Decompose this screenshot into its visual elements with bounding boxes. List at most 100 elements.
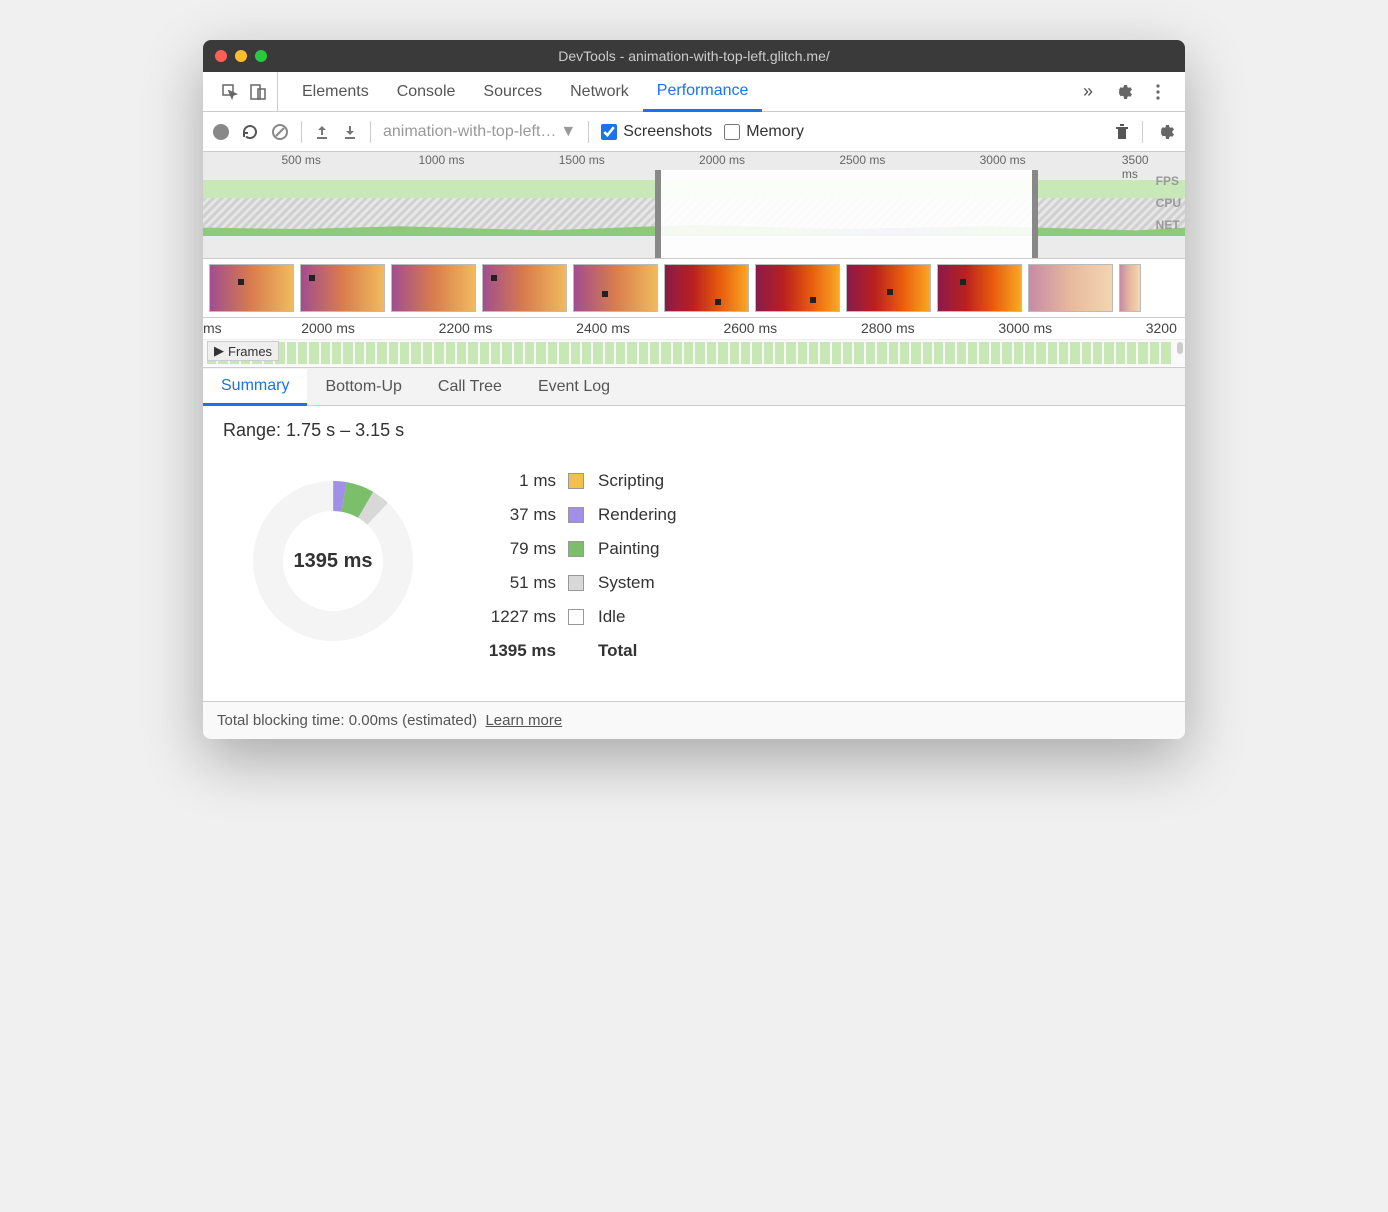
- main-tab-bar: ElementsConsoleSourcesNetworkPerformance…: [203, 72, 1185, 112]
- inspect-element-icon[interactable]: [221, 83, 239, 101]
- titlebar[interactable]: DevTools - animation-with-top-left.glitc…: [203, 40, 1185, 72]
- screenshots-checkbox[interactable]: Screenshots: [601, 123, 712, 141]
- legend-time: 1227 ms: [483, 607, 568, 627]
- legend-name: System: [598, 573, 655, 593]
- upload-profile-button[interactable]: [314, 124, 330, 140]
- screenshots-label: Screenshots: [623, 123, 712, 141]
- total-blocking-time-label: Total blocking time: 0.00ms (estimated): [217, 712, 477, 729]
- screenshot-thumb[interactable]: [482, 264, 567, 312]
- legend-swatch: [568, 473, 584, 489]
- overview-selection[interactable]: [655, 170, 1038, 258]
- flame-tick: 3200: [1146, 320, 1177, 336]
- frames-expand-button[interactable]: ▶ Frames: [207, 341, 279, 361]
- performance-toolbar: animation-with-top-left… ▼ Screenshots M…: [203, 112, 1185, 152]
- summary-panel: Range: 1.75 s – 3.15 s 1395 ms 1 ms Scrip…: [203, 406, 1185, 701]
- main-tab-sources[interactable]: Sources: [469, 72, 556, 111]
- legend-name: Scripting: [598, 471, 664, 491]
- memory-label: Memory: [746, 123, 804, 141]
- screenshot-thumb[interactable]: [846, 264, 931, 312]
- legend-row-painting: 79 ms Painting: [483, 539, 676, 559]
- overview-tick: 1000 ms: [418, 153, 464, 167]
- fps-label: FPS: [1156, 170, 1181, 192]
- download-profile-button[interactable]: [342, 124, 358, 140]
- screenshot-thumb[interactable]: [300, 264, 385, 312]
- devtools-window: DevTools - animation-with-top-left.glitc…: [203, 40, 1185, 739]
- flame-tick: 2600 ms: [723, 320, 777, 336]
- flame-tick: 2800 ms: [861, 320, 915, 336]
- overview-labels: FPS CPU NET: [1156, 170, 1181, 258]
- flame-tick: 2000 ms: [301, 320, 355, 336]
- legend-swatch: [568, 575, 584, 591]
- detail-tab-summary[interactable]: Summary: [203, 369, 307, 406]
- garbage-collect-icon[interactable]: [1114, 123, 1130, 141]
- screenshot-thumb[interactable]: [1028, 264, 1113, 312]
- summary-donut-chart: 1395 ms: [243, 471, 423, 651]
- legend-name: Idle: [598, 607, 625, 627]
- kebab-menu-icon[interactable]: [1149, 83, 1167, 101]
- legend-time: 1 ms: [483, 471, 568, 491]
- triangle-right-icon: ▶: [214, 343, 224, 359]
- screenshot-thumb[interactable]: [755, 264, 840, 312]
- flame-chart[interactable]: ms2000 ms2200 ms2400 ms2600 ms2800 ms300…: [203, 318, 1185, 368]
- screenshot-thumb[interactable]: [664, 264, 749, 312]
- legend-swatch: [568, 507, 584, 523]
- traffic-lights: [215, 50, 267, 62]
- screenshot-thumb[interactable]: [209, 264, 294, 312]
- reload-record-button[interactable]: [241, 123, 259, 141]
- footer-bar: Total blocking time: 0.00ms (estimated) …: [203, 701, 1185, 739]
- detail-tab-bottom-up[interactable]: Bottom-Up: [307, 368, 419, 405]
- detail-tab-event-log[interactable]: Event Log: [520, 368, 628, 405]
- donut-total: 1395 ms: [243, 471, 423, 651]
- maximize-window-button[interactable]: [255, 50, 267, 62]
- cpu-label: CPU: [1156, 192, 1181, 214]
- detail-tab-bar: SummaryBottom-UpCall TreeEvent Log: [203, 368, 1185, 406]
- screenshot-thumb[interactable]: [1119, 264, 1141, 312]
- scrollbar-thumb[interactable]: [1177, 342, 1183, 354]
- main-tab-console[interactable]: Console: [383, 72, 470, 111]
- close-window-button[interactable]: [215, 50, 227, 62]
- legend-name: Painting: [598, 539, 659, 559]
- filmstrip[interactable]: [203, 259, 1185, 318]
- legend-time: 37 ms: [483, 505, 568, 525]
- main-tab-elements[interactable]: Elements: [288, 72, 383, 111]
- legend-row-idle: 1227 ms Idle: [483, 607, 676, 627]
- main-tab-performance[interactable]: Performance: [643, 73, 763, 112]
- overview-tick: 500 ms: [282, 153, 321, 167]
- legend-row-rendering: 37 ms Rendering: [483, 505, 676, 525]
- legend-row-total: 1395 msTotal: [483, 641, 676, 661]
- main-tab-network[interactable]: Network: [556, 72, 643, 111]
- clear-button[interactable]: [271, 123, 289, 141]
- learn-more-link[interactable]: Learn more: [485, 712, 562, 729]
- settings-icon[interactable]: [1113, 82, 1133, 102]
- range-label: Range: 1.75 s – 3.15 s: [223, 420, 1165, 441]
- more-tabs-button[interactable]: »: [1073, 81, 1103, 102]
- legend-row-scripting: 1 ms Scripting: [483, 471, 676, 491]
- profile-selector[interactable]: animation-with-top-left… ▼: [383, 123, 576, 141]
- screenshot-thumb[interactable]: [573, 264, 658, 312]
- overview-tick: 2000 ms: [699, 153, 745, 167]
- overview-tick: 2500 ms: [839, 153, 885, 167]
- legend-time: 51 ms: [483, 573, 568, 593]
- legend-name: Rendering: [598, 505, 676, 525]
- device-toolbar-icon[interactable]: [249, 83, 267, 101]
- legend-swatch: [568, 541, 584, 557]
- screenshot-thumb[interactable]: [937, 264, 1022, 312]
- summary-legend: 1 ms Scripting 37 ms Rendering 79 ms Painting…: [483, 471, 676, 661]
- overview-tick: 3000 ms: [980, 153, 1026, 167]
- legend-row-system: 51 ms System: [483, 573, 676, 593]
- screenshot-thumb[interactable]: [391, 264, 476, 312]
- memory-checkbox[interactable]: Memory: [724, 123, 804, 141]
- minimize-window-button[interactable]: [235, 50, 247, 62]
- legend-time: 79 ms: [483, 539, 568, 559]
- flame-tick: 2400 ms: [576, 320, 630, 336]
- legend-swatch: [568, 609, 584, 625]
- frames-label: Frames: [228, 344, 272, 359]
- record-button[interactable]: [213, 124, 229, 140]
- net-label: NET: [1156, 214, 1181, 236]
- capture-settings-icon[interactable]: [1155, 122, 1175, 142]
- overview-timeline[interactable]: 500 ms1000 ms1500 ms2000 ms2500 ms3000 m…: [203, 152, 1185, 259]
- profile-name: animation-with-top-left…: [383, 123, 556, 141]
- flame-tick: ms: [203, 320, 222, 336]
- detail-tab-call-tree[interactable]: Call Tree: [420, 368, 520, 405]
- frame-bars: [203, 340, 1175, 366]
